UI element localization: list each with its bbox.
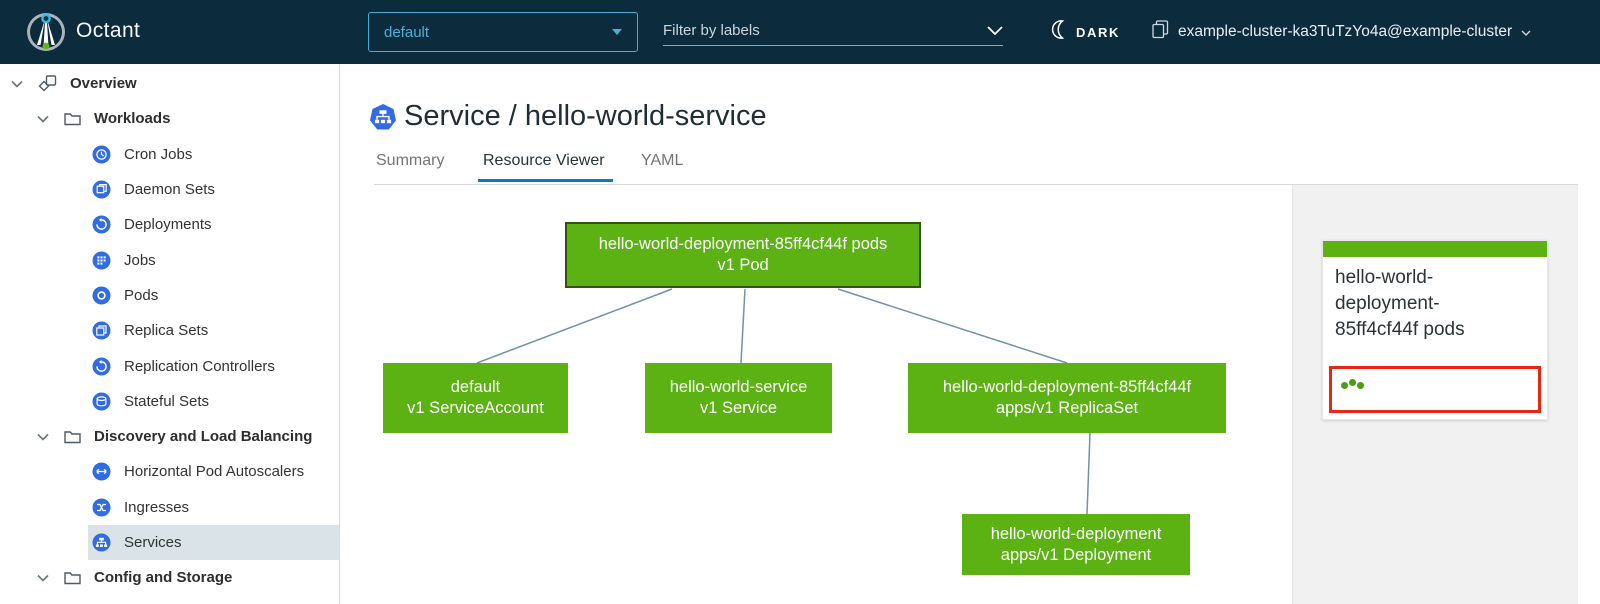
graph-node-service[interactable]: hello-world-service v1 Service [645, 363, 832, 433]
tab-resource-viewer[interactable]: Resource Viewer [483, 152, 605, 170]
sidebar-item-label: Jobs [124, 251, 156, 269]
pods-icon [92, 286, 111, 305]
pod-status-dot [1357, 381, 1364, 389]
node-label-line1: hello-world-service [669, 378, 808, 397]
sidebar-item-label: Config and Storage [94, 569, 233, 587]
node-label-line2: v1 ServiceAccount [407, 399, 544, 417]
page-title: Service / hello-world-service [404, 100, 767, 132]
sidebar-item-stateful-sets[interactable]: Stateful Sets [0, 384, 339, 419]
sidebar-item-replication-controllers[interactable]: Replication Controllers [0, 348, 339, 383]
node-label-line1: hello-world-deployment [990, 524, 1162, 543]
node-label-line2: apps/v1 Deployment [1000, 545, 1152, 564]
pod-status-dot [1341, 381, 1348, 389]
sidebar-item-cron-jobs[interactable]: Cron Jobs [0, 137, 339, 172]
sidebar-item-overview[interactable]: Overview [0, 66, 339, 101]
chevron-down-icon[interactable] [11, 80, 23, 88]
sidebar-item-label: Services [124, 534, 182, 551]
cron-jobs-icon [92, 145, 111, 164]
card-body [1323, 354, 1547, 419]
graph-node-deployment[interactable]: hello-world-deployment apps/v1 Deploymen… [962, 514, 1190, 575]
sidebar-item-jobs[interactable]: Jobs [0, 242, 339, 277]
dark-mode-toggle[interactable]: DARK [1048, 0, 1120, 64]
node-label-line1: hello-world-deployment-85ff4cf44f [942, 378, 1192, 397]
service-resource-icon [369, 103, 397, 136]
graph-node-replicaset[interactable]: hello-world-deployment-85ff4cf44f apps/v… [908, 363, 1226, 433]
sidebar-item-label: Replica Sets [124, 322, 209, 340]
sidebar-item-label: Horizontal Pod Autoscalers [124, 463, 305, 481]
moon-icon [1048, 19, 1068, 45]
deployments-icon [92, 215, 111, 234]
sidebar-item-services[interactable]: Services [0, 524, 339, 561]
node-label-line1: default [450, 378, 501, 397]
tab-summary[interactable]: Summary [376, 152, 444, 170]
sidebar-item-label: Daemon Sets [124, 181, 215, 199]
pod-status-dot [1349, 378, 1356, 386]
chevron-down-icon[interactable] [37, 433, 49, 441]
node-label-line1: hello-world-deployment-85ff4cf44f pods [598, 235, 888, 254]
label-filter-input[interactable] [663, 22, 981, 39]
jobs-icon [92, 251, 111, 270]
sidebar-item-deployments[interactable]: Deployments [0, 207, 339, 242]
chevron-down-icon[interactable] [37, 574, 49, 582]
namespace-dropdown[interactable]: default [368, 12, 638, 52]
sidebar-item-label: Stateful Sets [124, 392, 210, 410]
graph-node-serviceaccount[interactable]: default v1 ServiceAccount [383, 363, 568, 433]
resource-detail-panel: hello-world- deployment- 85ff4cf44f pods [1292, 185, 1578, 604]
folder-icon [64, 570, 81, 585]
sidebar-item-horizontal-pod-autoscalers[interactable]: Horizontal Pod Autoscalers [0, 454, 339, 489]
cluster-name: example-cluster-ka3TuTzYo4a@example-clus… [1178, 23, 1513, 40]
sidebar-item-label: Overview [70, 75, 137, 93]
horizontal-pod-autoscalers-icon [92, 462, 111, 481]
node-label-line2: apps/v1 ReplicaSet [995, 399, 1139, 417]
tab-yaml[interactable]: YAML [641, 152, 683, 170]
chevron-down-icon[interactable] [37, 115, 49, 123]
sidebar-item-daemon-sets[interactable]: Daemon Sets [0, 172, 339, 207]
sidebar-item-ingresses[interactable]: Ingresses [0, 490, 339, 525]
overview-icon [38, 74, 57, 93]
active-tab-underline [478, 179, 613, 182]
sidebar-item-label: Replication Controllers [124, 357, 275, 375]
card-title-line: 85ff4cf44f pods [1335, 319, 1465, 341]
sidebar-group-discovery-and-load-balancing[interactable]: Discovery and Load Balancing [0, 419, 339, 454]
sidebar-group-config-and-storage[interactable]: Config and Storage [0, 560, 339, 595]
app-title: Octant [76, 19, 141, 42]
cluster-chevron-down-icon [1521, 23, 1531, 41]
services-icon [92, 533, 111, 552]
sidebar-item-label: Deployments [124, 216, 212, 234]
filter-chevron-down-icon[interactable] [987, 22, 1003, 40]
pod-status-highlight-box [1329, 365, 1541, 413]
node-label-line2: v1 Pod [717, 256, 769, 274]
sidebar-item-pods[interactable]: Pods [0, 278, 339, 313]
stateful-sets-icon [92, 392, 111, 411]
selected-resource-card[interactable]: hello-world- deployment- 85ff4cf44f pods [1322, 240, 1548, 420]
ingresses-icon [92, 498, 111, 517]
sidebar-group-workloads[interactable]: Workloads [0, 101, 339, 136]
card-title: hello-world- deployment- 85ff4cf44f pods [1323, 257, 1547, 354]
sidebar-nav: Overview Workloads Cron Jobs Daemon Sets… [0, 64, 340, 604]
card-status-accent-bar [1323, 241, 1547, 257]
sidebar-item-label: Workloads [94, 110, 171, 128]
replica-sets-icon [92, 321, 111, 340]
sidebar-item-label: Cron Jobs [124, 145, 193, 163]
cluster-icon [1152, 20, 1169, 44]
graph-node-pod[interactable]: hello-world-deployment-85ff4cf44f pods v… [565, 222, 921, 288]
card-title-line: hello-world- [1335, 267, 1434, 288]
sidebar-item-label: Pods [124, 286, 159, 304]
sidebar-item-label: Ingresses [124, 498, 190, 516]
sidebar-item-replica-sets[interactable]: Replica Sets [0, 313, 339, 348]
node-label-line2: v1 Service [699, 399, 778, 417]
replication-controllers-icon [92, 357, 111, 376]
folder-icon [64, 111, 81, 126]
namespace-dropdown-value: default [384, 23, 430, 41]
app-header: Octant default DARK example-cluster-ka3T… [0, 0, 1600, 64]
label-filter-field[interactable] [663, 16, 1003, 46]
dropdown-caret-icon [612, 29, 622, 35]
folder-icon [64, 429, 81, 444]
sidebar-item-label: Discovery and Load Balancing [94, 428, 313, 446]
octant-logo-icon [24, 10, 68, 54]
card-title-line: deployment- [1335, 293, 1440, 315]
cluster-selector[interactable]: example-cluster-ka3TuTzYo4a@example-clus… [1152, 0, 1531, 64]
daemon-sets-icon [92, 180, 111, 199]
dark-mode-label: DARK [1076, 24, 1120, 40]
